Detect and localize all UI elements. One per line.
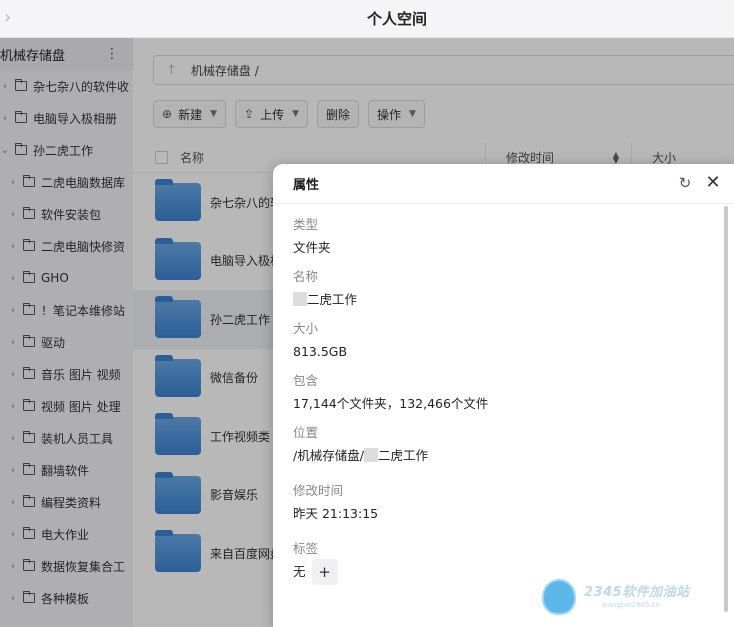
mascot-logo-icon — [542, 579, 576, 615]
mtime-field: 修改时间 昨天 21:13:15 — [293, 483, 379, 521]
location-field: 位置 /机械存储盘/二虎工作 — [293, 425, 428, 463]
close-icon[interactable]: ✕ — [704, 174, 722, 192]
refresh-icon[interactable]: ↻ — [676, 174, 694, 192]
redacted-text — [293, 292, 307, 306]
scrollbar[interactable] — [724, 206, 728, 612]
dialog-body: 类型 文件夹 名称 二虎工作 大小 813.5GB 包含 17,144个文件夹，… — [273, 204, 734, 585]
name-field: 名称 二虎工作 — [293, 269, 358, 307]
dialog-header: 属性 ↻ ✕ — [273, 164, 734, 204]
dialog-title: 属性 — [293, 178, 320, 193]
add-tag-button[interactable]: + — [311, 559, 338, 585]
window-title: 个人空间 — [366, 10, 427, 28]
size-field: 大小 813.5GB — [293, 321, 348, 359]
contains-field: 包含 17,144个文件夹，132,466个文件 — [293, 373, 489, 411]
redacted-text — [363, 448, 378, 462]
properties-dialog: 属性 ↻ ✕ 类型 文件夹 名称 二虎工作 大小 813.5GB 包含 17,1… — [273, 164, 734, 627]
title-bar: › 个人空间 — [0, 0, 734, 38]
type-field: 类型 文件夹 — [293, 217, 331, 255]
watermark: 2345软件加油站 wangpai2345.cn — [540, 575, 730, 619]
